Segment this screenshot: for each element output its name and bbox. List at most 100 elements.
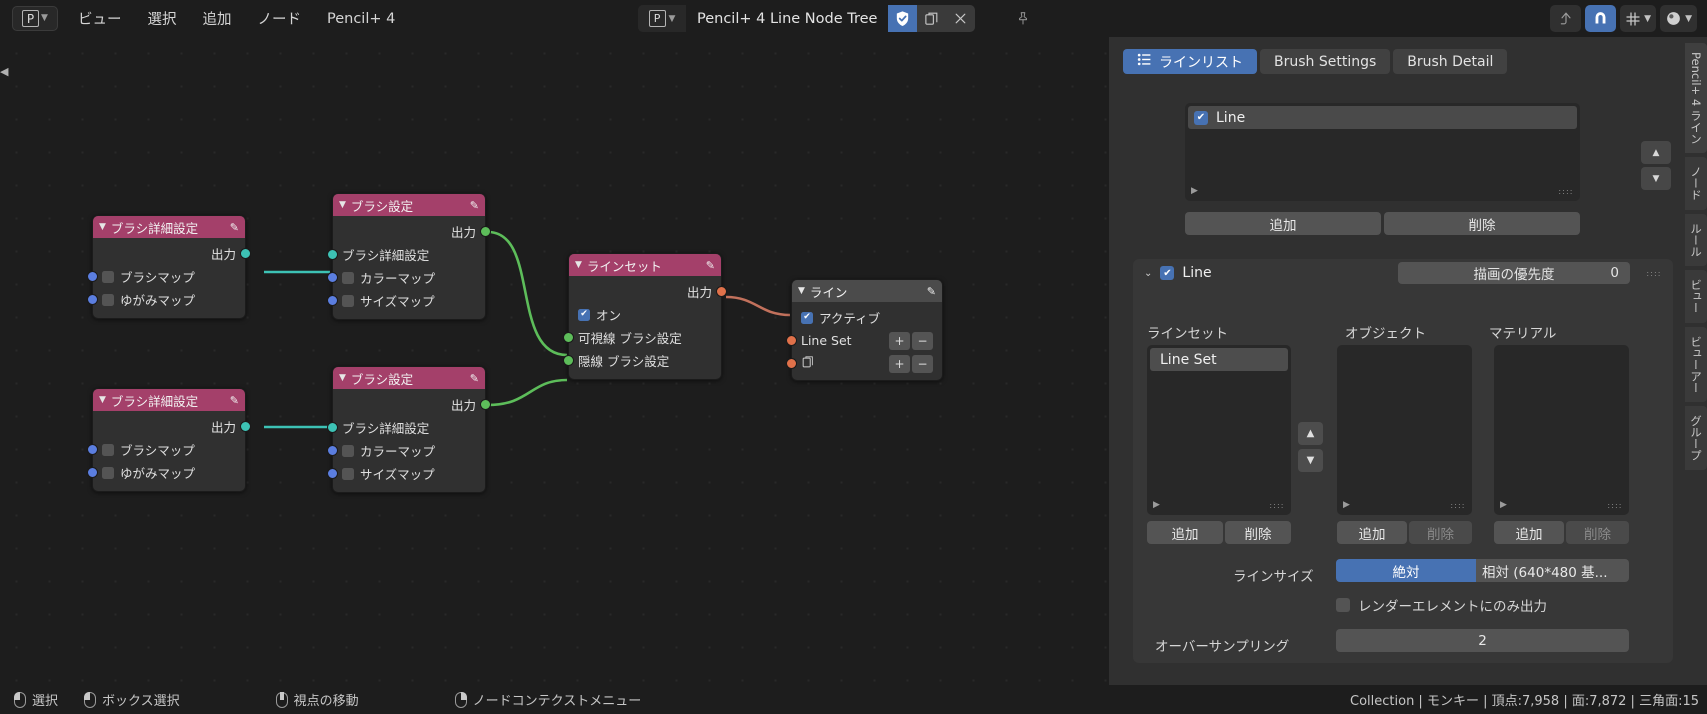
- list-item[interactable]: ✔ Line: [1188, 106, 1577, 129]
- line-list-box[interactable]: ✔ Line ▶ ::::: [1185, 103, 1580, 201]
- row-checkbox[interactable]: [102, 271, 114, 283]
- node-header[interactable]: ▼ ブラシ詳細設定 ✎: [93, 216, 245, 238]
- input-socket[interactable]: [563, 332, 574, 343]
- vtab-pencil4-line[interactable]: Pencil+ 4 ライン: [1685, 43, 1707, 153]
- material-add-button[interactable]: 追加: [1494, 521, 1564, 544]
- material-delete-button[interactable]: 削除: [1566, 521, 1629, 544]
- input-socket[interactable]: [87, 467, 98, 478]
- row-checkbox[interactable]: [342, 468, 354, 480]
- lineset-move-down-button[interactable]: ▼: [1298, 449, 1323, 472]
- output-socket[interactable]: [240, 421, 251, 432]
- row-checkbox[interactable]: [102, 467, 114, 479]
- lineset-slot-selected[interactable]: Line Set: [1150, 348, 1288, 371]
- row-checkbox[interactable]: [342, 272, 354, 284]
- input-socket[interactable]: [327, 468, 338, 479]
- node-line-set[interactable]: ▼ ラインセット ✎ 出力 ✔ オン 可視線 ブラシ設定: [568, 253, 722, 380]
- node-brush-detail-1[interactable]: ▼ ブラシ詳細設定 ✎ 出力 ブラシマップ ゆがみマップ: [92, 215, 246, 319]
- add-slot-button[interactable]: +: [889, 355, 910, 373]
- tab-brush-detail[interactable]: Brush Detail: [1393, 49, 1507, 74]
- node-editor-canvas[interactable]: ◀ ▼ ブラシ詳細設定 ✎ 出力 ブ: [0, 37, 1109, 685]
- lineset-add-button[interactable]: 追加: [1147, 521, 1223, 544]
- grip-dots-icon[interactable]: ::::: [1607, 503, 1623, 508]
- input-socket[interactable]: [327, 272, 338, 283]
- input-socket[interactable]: [786, 358, 797, 369]
- chevron-down-icon[interactable]: ▼: [339, 373, 346, 383]
- triangle-right-icon[interactable]: ▶: [1153, 500, 1160, 510]
- menu-item-node[interactable]: ノード: [258, 8, 302, 29]
- object-delete-button[interactable]: 削除: [1409, 521, 1472, 544]
- grip-dots-icon[interactable]: ::::: [1450, 503, 1466, 508]
- remove-slot-button[interactable]: −: [912, 355, 933, 373]
- node-header[interactable]: ▼ ライン ✎: [792, 280, 942, 302]
- node-line[interactable]: ▼ ライン ✎ ✔ アクティブ Line Set + −: [791, 279, 943, 381]
- input-socket[interactable]: [327, 295, 338, 306]
- input-socket[interactable]: [327, 422, 338, 433]
- vtab-rule[interactable]: ルール: [1685, 214, 1707, 267]
- pencil-icon[interactable]: ✎: [470, 199, 479, 212]
- up-arrow-icon[interactable]: [1550, 5, 1581, 32]
- lineset-delete-button[interactable]: 削除: [1225, 521, 1291, 544]
- menu-item-select[interactable]: 選択: [148, 8, 177, 29]
- snap-magnet-icon[interactable]: [1585, 5, 1616, 32]
- pencil-icon[interactable]: ✎: [230, 394, 239, 407]
- tab-brush-settings[interactable]: Brush Settings: [1260, 49, 1390, 74]
- node-header[interactable]: ▼ ラインセット ✎: [569, 254, 721, 276]
- oversampling-value-field[interactable]: 2: [1336, 629, 1629, 652]
- row-checkbox[interactable]: [342, 295, 354, 307]
- object-slot-box[interactable]: ▶ ::::: [1337, 345, 1472, 515]
- triangle-right-icon[interactable]: ▶: [1191, 186, 1198, 196]
- input-socket[interactable]: [563, 355, 574, 366]
- input-socket[interactable]: [786, 335, 797, 346]
- line-section-header[interactable]: ⌄ ✔ Line 描画の優先度 0 ::::: [1133, 259, 1673, 287]
- add-slot-button[interactable]: +: [889, 332, 910, 350]
- input-socket[interactable]: [327, 445, 338, 456]
- line-enable-checkbox[interactable]: ✔: [1160, 266, 1174, 280]
- chevron-down-icon[interactable]: ⌄: [1144, 268, 1152, 279]
- grip-dots-icon[interactable]: ::::: [1269, 503, 1285, 508]
- material-slot-box[interactable]: ▶ ::::: [1494, 345, 1629, 515]
- vtab-group[interactable]: グループ: [1685, 406, 1707, 470]
- remove-slot-button[interactable]: −: [912, 332, 933, 350]
- line-size-absolute-option[interactable]: 絶対: [1336, 559, 1476, 582]
- row-checkbox[interactable]: [342, 445, 354, 457]
- node-brush-settings-1[interactable]: ▼ ブラシ設定 ✎ 出力 ブラシ詳細設定 カラーマップ: [332, 193, 486, 320]
- draw-priority-field[interactable]: 描画の優先度 0: [1398, 262, 1630, 284]
- lineset-slot-box[interactable]: Line Set ▶ ::::: [1147, 345, 1291, 515]
- menu-item-view[interactable]: ビュー: [78, 8, 122, 29]
- chevron-down-icon[interactable]: ▼: [575, 260, 582, 270]
- node-header[interactable]: ▼ ブラシ設定 ✎: [333, 367, 485, 389]
- tab-line-list[interactable]: ラインリスト: [1123, 49, 1257, 74]
- output-socket[interactable]: [716, 286, 727, 297]
- input-socket[interactable]: [327, 249, 338, 260]
- input-socket[interactable]: [87, 271, 98, 282]
- chevron-down-icon[interactable]: ▼: [339, 200, 346, 210]
- output-socket[interactable]: [480, 399, 491, 410]
- id-type-selector[interactable]: P ▼: [638, 5, 686, 32]
- list-item-checkbox[interactable]: ✔: [1194, 111, 1208, 125]
- grip-dots-icon[interactable]: ::::: [1646, 271, 1662, 276]
- render-element-only-row[interactable]: レンダーエレメントにのみ出力: [1336, 595, 1547, 615]
- chevron-down-icon[interactable]: ▼: [99, 395, 106, 405]
- pencil-icon[interactable]: ✎: [927, 285, 936, 298]
- move-up-button[interactable]: ▲: [1641, 141, 1671, 164]
- delete-line-button[interactable]: 削除: [1384, 212, 1580, 235]
- output-socket[interactable]: [240, 248, 251, 259]
- chevron-down-icon[interactable]: ▼: [798, 286, 805, 296]
- triangle-right-icon[interactable]: ▶: [1343, 500, 1350, 510]
- node-brush-detail-2[interactable]: ▼ ブラシ詳細設定 ✎ 出力 ブラシマップ ゆがみマップ: [92, 388, 246, 492]
- snap-grid-icon[interactable]: ▼: [1620, 5, 1656, 32]
- add-line-button[interactable]: 追加: [1185, 212, 1381, 235]
- active-checkbox[interactable]: ✔: [801, 312, 813, 324]
- vtab-viewer[interactable]: ビューアー: [1685, 327, 1707, 403]
- shield-check-icon[interactable]: [888, 5, 917, 32]
- object-add-button[interactable]: 追加: [1337, 521, 1407, 544]
- close-icon[interactable]: [946, 5, 975, 32]
- vtab-node[interactable]: ノード: [1685, 157, 1707, 210]
- grip-dots-icon[interactable]: ::::: [1558, 189, 1574, 194]
- line-size-relative-option[interactable]: 相対 (640*480 基...: [1476, 559, 1629, 582]
- on-checkbox[interactable]: ✔: [578, 309, 590, 321]
- row-checkbox[interactable]: [102, 444, 114, 456]
- move-down-button[interactable]: ▼: [1641, 167, 1671, 190]
- overlay-sphere-icon[interactable]: ▼: [1660, 5, 1697, 32]
- pin-icon[interactable]: [1016, 11, 1030, 30]
